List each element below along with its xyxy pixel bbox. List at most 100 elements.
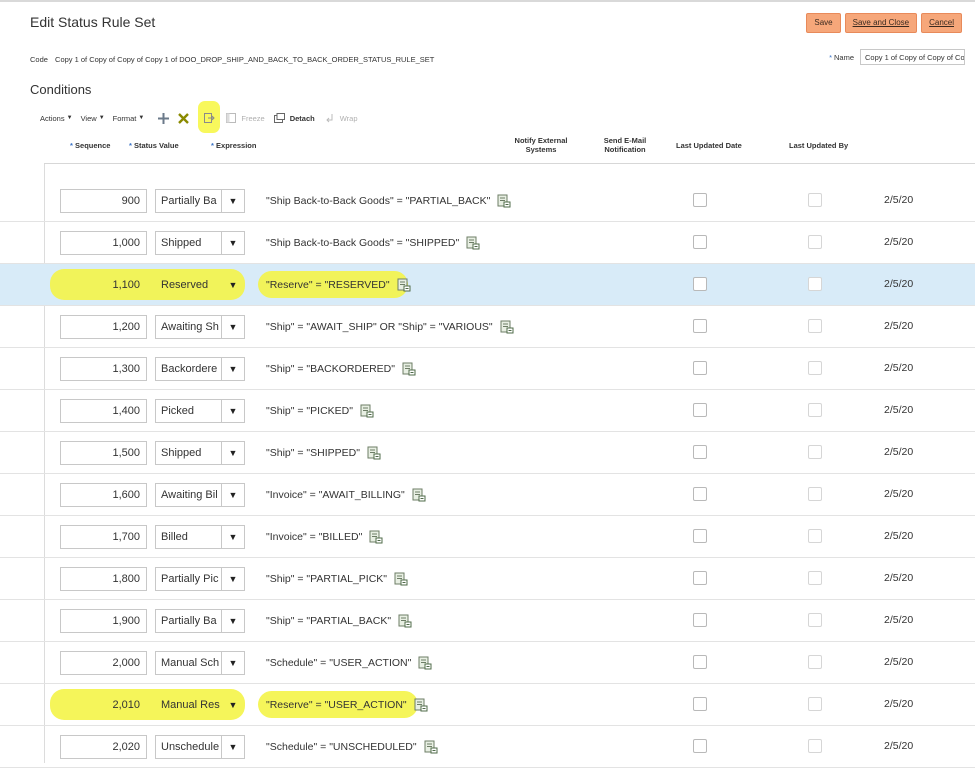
actions-menu[interactable]: Actions ▼ — [40, 114, 73, 123]
notify-external-checkbox[interactable] — [693, 277, 707, 291]
status-value-select[interactable]: Shipped ▼ — [155, 231, 245, 255]
table-row[interactable]: 1,000 Shipped ▼ "Ship Back-to-Back Goods" =… — [0, 222, 975, 264]
table-row[interactable]: 1,500 Shipped ▼ "Ship" = "SHIPPED" 2/5/20 — [0, 432, 975, 474]
notify-external-checkbox[interactable] — [693, 487, 707, 501]
sequence-input[interactable]: 2,010 — [60, 693, 147, 717]
dropdown-arrow-icon[interactable]: ▼ — [221, 694, 244, 716]
dropdown-arrow-icon[interactable]: ▼ — [221, 358, 244, 380]
table-row[interactable]: 1,300 Backordere ▼ "Ship" = "BACKORDERED" 2/… — [0, 348, 975, 390]
send-email-checkbox[interactable] — [808, 529, 822, 543]
notify-external-checkbox[interactable] — [693, 739, 707, 753]
sequence-input[interactable]: 2,020 — [60, 735, 147, 759]
status-value-select[interactable]: Unschedule ▼ — [155, 735, 245, 759]
status-value-select[interactable]: Partially Pic ▼ — [155, 567, 245, 591]
column-header-expression[interactable]: * Expression — [211, 141, 256, 150]
dropdown-arrow-icon[interactable]: ▼ — [221, 568, 244, 590]
edit-expression-icon[interactable] — [424, 740, 438, 754]
name-input[interactable]: Copy 1 of Copy of Copy of Copy 1 — [860, 49, 965, 65]
column-header-status-value[interactable]: * Status Value — [129, 141, 179, 150]
export-button[interactable] — [202, 112, 216, 124]
dropdown-arrow-icon[interactable]: ▼ — [221, 610, 244, 632]
sequence-input[interactable]: 1,600 — [60, 483, 147, 507]
table-row[interactable]: 1,700 Billed ▼ "Invoice" = "BILLED" 2/5/20 — [0, 516, 975, 558]
send-email-checkbox[interactable] — [808, 613, 822, 627]
edit-expression-icon[interactable] — [394, 572, 408, 586]
dropdown-arrow-icon[interactable]: ▼ — [221, 190, 244, 212]
status-value-select[interactable]: Picked ▼ — [155, 399, 245, 423]
sequence-input[interactable]: 1,300 — [60, 357, 147, 381]
table-row[interactable]: 1,900 Partially Ba ▼ "Ship" = "PARTIAL_BACK… — [0, 600, 975, 642]
status-value-select[interactable]: Partially Ba ▼ — [155, 189, 245, 213]
status-value-select[interactable]: Billed ▼ — [155, 525, 245, 549]
wrap-button[interactable]: Wrap — [323, 112, 358, 124]
edit-expression-icon[interactable] — [360, 404, 374, 418]
send-email-checkbox[interactable] — [808, 739, 822, 753]
notify-external-checkbox[interactable] — [693, 613, 707, 627]
table-row[interactable]: 2,010 Manual Res ▼ "Reserve" = "USER_ACTION… — [0, 684, 975, 726]
edit-expression-icon[interactable] — [500, 320, 514, 334]
view-menu[interactable]: View ▼ — [81, 114, 105, 123]
edit-expression-icon[interactable] — [418, 656, 432, 670]
add-row-button[interactable] — [156, 112, 170, 124]
dropdown-arrow-icon[interactable]: ▼ — [221, 652, 244, 674]
notify-external-checkbox[interactable] — [693, 193, 707, 207]
detach-button[interactable]: Detach — [273, 112, 315, 124]
edit-expression-icon[interactable] — [466, 236, 480, 250]
format-menu[interactable]: Format ▼ — [113, 114, 145, 123]
send-email-checkbox[interactable] — [808, 361, 822, 375]
send-email-checkbox[interactable] — [808, 403, 822, 417]
edit-expression-icon[interactable] — [367, 446, 381, 460]
column-header-notify[interactable]: Notify External Systems — [506, 136, 576, 154]
dropdown-arrow-icon[interactable]: ▼ — [221, 736, 244, 758]
sequence-input[interactable]: 1,400 — [60, 399, 147, 423]
sequence-input[interactable]: 1,700 — [60, 525, 147, 549]
cancel-button[interactable]: Cancel — [921, 13, 962, 33]
send-email-checkbox[interactable] — [808, 571, 822, 585]
status-value-select[interactable]: Reserved ▼ — [155, 273, 245, 297]
save-button[interactable]: Save — [806, 13, 841, 33]
column-header-email[interactable]: Send E-Mail Notification — [594, 136, 656, 154]
column-header-last-updated-by[interactable]: Last Updated By — [789, 141, 848, 150]
send-email-checkbox[interactable] — [808, 697, 822, 711]
send-email-checkbox[interactable] — [808, 193, 822, 207]
column-header-last-updated-date[interactable]: Last Updated Date — [676, 141, 742, 150]
sequence-input[interactable]: 1,800 — [60, 567, 147, 591]
send-email-checkbox[interactable] — [808, 277, 822, 291]
table-row[interactable]: 1,200 Awaiting Sh ▼ "Ship" = "AWAIT_SHIP" O… — [0, 306, 975, 348]
edit-expression-icon[interactable] — [398, 614, 412, 628]
table-row[interactable]: 1,600 Awaiting Bil ▼ "Invoice" = "AWAIT_BIL… — [0, 474, 975, 516]
dropdown-arrow-icon[interactable]: ▼ — [221, 484, 244, 506]
dropdown-arrow-icon[interactable]: ▼ — [221, 400, 244, 422]
delete-row-button[interactable] — [176, 112, 190, 124]
notify-external-checkbox[interactable] — [693, 319, 707, 333]
send-email-checkbox[interactable] — [808, 235, 822, 249]
send-email-checkbox[interactable] — [808, 445, 822, 459]
sequence-input[interactable]: 1,500 — [60, 441, 147, 465]
table-row[interactable]: 2,000 Manual Sch ▼ "Schedule" = "USER_ACTIO… — [0, 642, 975, 684]
notify-external-checkbox[interactable] — [693, 445, 707, 459]
status-value-select[interactable]: Backordere ▼ — [155, 357, 245, 381]
sequence-input[interactable]: 1,100 — [60, 273, 147, 297]
notify-external-checkbox[interactable] — [693, 235, 707, 249]
table-row[interactable]: 2,020 Unschedule ▼ "Schedule" = "UNSCHEDULE… — [0, 726, 975, 768]
table-row[interactable]: 1,100 Reserved ▼ "Reserve" = "RESERVED" 2/5/… — [0, 264, 975, 306]
status-value-select[interactable]: Manual Sch ▼ — [155, 651, 245, 675]
notify-external-checkbox[interactable] — [693, 529, 707, 543]
freeze-button[interactable]: Freeze — [224, 112, 265, 124]
status-value-select[interactable]: Awaiting Sh ▼ — [155, 315, 245, 339]
sequence-input[interactable]: 1,000 — [60, 231, 147, 255]
edit-expression-icon[interactable] — [397, 278, 411, 292]
edit-expression-icon[interactable] — [412, 488, 426, 502]
notify-external-checkbox[interactable] — [693, 403, 707, 417]
edit-expression-icon[interactable] — [402, 362, 416, 376]
dropdown-arrow-icon[interactable]: ▼ — [221, 316, 244, 338]
edit-expression-icon[interactable] — [497, 194, 511, 208]
sequence-input[interactable]: 2,000 — [60, 651, 147, 675]
sequence-input[interactable]: 900 — [60, 189, 147, 213]
status-value-select[interactable]: Manual Res ▼ — [155, 693, 245, 717]
sequence-input[interactable]: 1,200 — [60, 315, 147, 339]
send-email-checkbox[interactable] — [808, 487, 822, 501]
notify-external-checkbox[interactable] — [693, 571, 707, 585]
table-row[interactable]: 900 Partially Ba ▼ "Ship Back-to-Back Goods… — [0, 180, 975, 222]
sequence-input[interactable]: 1,900 — [60, 609, 147, 633]
